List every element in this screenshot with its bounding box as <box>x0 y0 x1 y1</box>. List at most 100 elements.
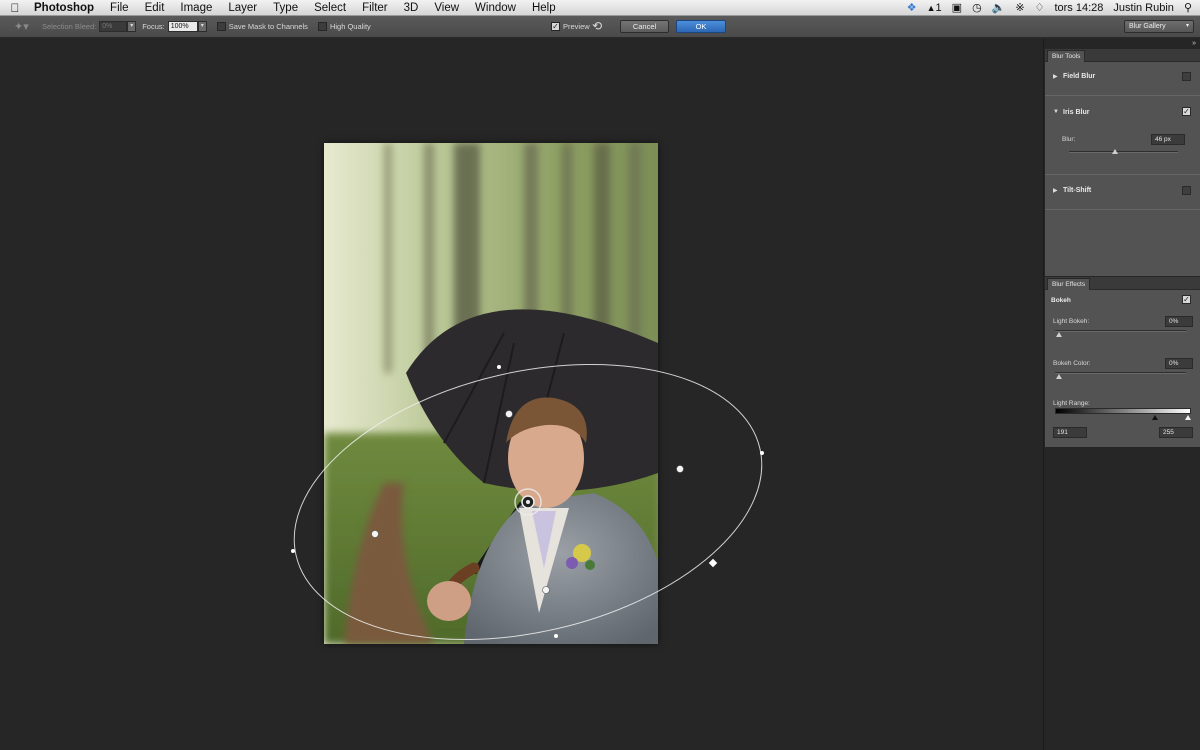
save-mask-label: Save Mask to Channels <box>228 22 308 31</box>
ok-button[interactable]: OK <box>676 20 726 33</box>
field-blur-checkbox[interactable] <box>1182 72 1191 81</box>
wifi-icon[interactable]: ♢ <box>1030 0 1050 16</box>
photo-image[interactable] <box>324 143 658 644</box>
selection-bleed-label: Selection Bleed: <box>42 22 97 31</box>
preview-label: Preview <box>563 22 590 31</box>
user-name[interactable]: Justin Rubin <box>1108 0 1179 16</box>
bluetooth-icon[interactable]: ※ <box>1010 0 1029 16</box>
canvas-area[interactable] <box>0 39 1043 750</box>
volume-icon[interactable]: 🔈 <box>987 0 1011 16</box>
roundness-handle[interactable] <box>708 558 718 568</box>
right-panel-dock: » Blur Tools ▶ Field Blur ▼ Iris Blur ✓ … <box>1043 39 1200 750</box>
collapse-panels-icon[interactable]: » <box>1192 40 1196 47</box>
time-machine-icon[interactable]: ◷ <box>967 0 987 16</box>
feather-handle-bottom[interactable] <box>542 586 550 594</box>
light-range-gradient <box>1055 408 1191 414</box>
light-bokeh-slider[interactable] <box>1055 330 1186 332</box>
workspace-dropdown[interactable]: Blur Gallery ▾ <box>1124 20 1194 33</box>
menu-view[interactable]: View <box>426 0 467 16</box>
light-bokeh-slider-thumb[interactable] <box>1056 332 1062 337</box>
apple-logo-icon[interactable]:  <box>0 1 30 15</box>
menu-window[interactable]: Window <box>467 0 524 16</box>
ellipse-handle-bottom[interactable] <box>554 634 558 638</box>
menu-select[interactable]: Select <box>306 0 354 16</box>
blur-amount-input[interactable]: 46 px <box>1151 134 1185 145</box>
options-bar: ✦▾ Selection Bleed: 0% ▾ Focus: 100% ▾ S… <box>0 16 1200 38</box>
cancel-button[interactable]: Cancel <box>620 20 669 33</box>
light-range-low-thumb[interactable] <box>1152 415 1158 420</box>
dropbox-icon[interactable]: ❖ <box>902 0 922 16</box>
bokeh-checkbox[interactable]: ✓ <box>1182 295 1191 304</box>
blur-amount-slider[interactable] <box>1069 151 1178 153</box>
focus-label: Focus: <box>142 22 165 31</box>
menu-3d[interactable]: 3D <box>396 0 427 16</box>
spotlight-search-icon[interactable]: ⚲ <box>1179 0 1200 16</box>
selection-bleed-dropdown[interactable]: ▾ <box>127 21 137 32</box>
chevron-updown-icon: ▾ <box>1185 23 1189 29</box>
blur-effects-panel: Blur Effects Bokeh ✓ Light Bokeh: 0% Bok… <box>1045 277 1200 447</box>
light-bokeh-label: Light Bokeh: <box>1053 318 1090 325</box>
iris-blur-label[interactable]: Iris Blur <box>1063 109 1089 116</box>
app-menu[interactable]: Photoshop <box>30 0 102 16</box>
tilt-shift-checkbox[interactable] <box>1182 186 1191 195</box>
light-range-low-input[interactable]: 191 <box>1053 427 1087 438</box>
tilt-shift-label: Tilt-Shift <box>1063 187 1092 194</box>
divider <box>1045 174 1200 175</box>
high-quality-label: High Quality <box>329 22 371 31</box>
menu-type[interactable]: Type <box>265 0 306 16</box>
pin-tool-icon[interactable]: ✦▾ <box>14 20 36 33</box>
photoshop-window:  Photoshop File Edit Image Layer Type S… <box>0 0 1200 750</box>
field-blur-label: Field Blur <box>1063 73 1096 80</box>
menu-file[interactable]: File <box>102 0 137 16</box>
blur-amount-slider-thumb[interactable] <box>1112 149 1118 154</box>
bokeh-color-input[interactable]: 0% <box>1165 358 1193 369</box>
tab-blur-effects[interactable]: Blur Effects <box>1047 278 1091 290</box>
menu-filter[interactable]: Filter <box>354 0 396 16</box>
light-bokeh-input[interactable]: 0% <box>1165 316 1193 327</box>
adobe-count: 1 <box>935 2 942 14</box>
bokeh-color-slider-thumb[interactable] <box>1056 374 1062 379</box>
expand-triangle-icon[interactable]: ▶ <box>1053 73 1058 80</box>
reset-pins-icon[interactable]: ⟲ <box>592 19 602 33</box>
iris-blur-checkbox[interactable]: ✓ <box>1182 107 1191 116</box>
bokeh-label: Bokeh <box>1051 297 1071 304</box>
divider <box>1045 95 1200 96</box>
preview-toggle[interactable]: ✓ Preview <box>551 22 590 31</box>
bokeh-color-label: Bokeh Color: <box>1053 360 1091 367</box>
menu-layer[interactable]: Layer <box>220 0 265 16</box>
menu-help[interactable]: Help <box>524 0 564 16</box>
preview-checkbox[interactable]: ✓ <box>551 22 560 31</box>
ellipse-handle-left[interactable] <box>291 549 295 553</box>
photo-illustration <box>324 143 658 644</box>
iris-blur-section: ▼ Iris Blur ✓ Blur: 46 px <box>1045 105 1200 165</box>
feather-handle-right[interactable] <box>676 465 684 473</box>
focus-input[interactable]: 100% <box>167 21 198 32</box>
display-icon[interactable]: ▣ <box>947 0 967 16</box>
menu-image[interactable]: Image <box>172 0 220 16</box>
focus-dropdown[interactable]: ▾ <box>197 21 207 32</box>
tilt-shift-row[interactable]: ▶ Tilt-Shift <box>1045 183 1200 203</box>
bokeh-color-slider[interactable] <box>1055 372 1186 374</box>
collapse-triangle-icon[interactable]: ▼ <box>1053 109 1059 115</box>
ellipse-handle-right[interactable] <box>760 451 764 455</box>
light-range-label: Light Range: <box>1053 400 1090 407</box>
high-quality-checkbox[interactable] <box>317 22 327 31</box>
blur-effects-tabrow: Blur Effects <box>1045 277 1200 290</box>
menu-extras: ❖ ▲1 ▣ ◷ 🔈 ※ ♢ tors 14:28 Justin Rubin ⚲ <box>902 0 1200 16</box>
menu-edit[interactable]: Edit <box>137 0 173 16</box>
divider <box>1045 209 1200 210</box>
selection-bleed-input[interactable]: 0% <box>99 21 128 32</box>
field-blur-row[interactable]: ▶ Field Blur <box>1045 69 1200 89</box>
ellipse-handle-top[interactable] <box>497 365 501 369</box>
light-range-high-input[interactable]: 255 <box>1159 427 1193 438</box>
adobe-icon[interactable]: ▲1 <box>922 0 947 16</box>
feather-handle-left[interactable] <box>371 530 379 538</box>
feather-handle-top[interactable] <box>505 410 513 418</box>
save-mask-checkbox[interactable] <box>216 22 226 31</box>
workspace-label: Blur Gallery <box>1129 23 1166 30</box>
tab-blur-tools[interactable]: Blur Tools <box>1047 50 1086 62</box>
light-range-high-thumb[interactable] <box>1185 415 1191 420</box>
expand-triangle-icon[interactable]: ▶ <box>1053 187 1058 194</box>
blur-tools-panel: Blur Tools ▶ Field Blur ▼ Iris Blur ✓ Bl… <box>1045 49 1200 276</box>
clock[interactable]: tors 14:28 <box>1049 0 1108 16</box>
